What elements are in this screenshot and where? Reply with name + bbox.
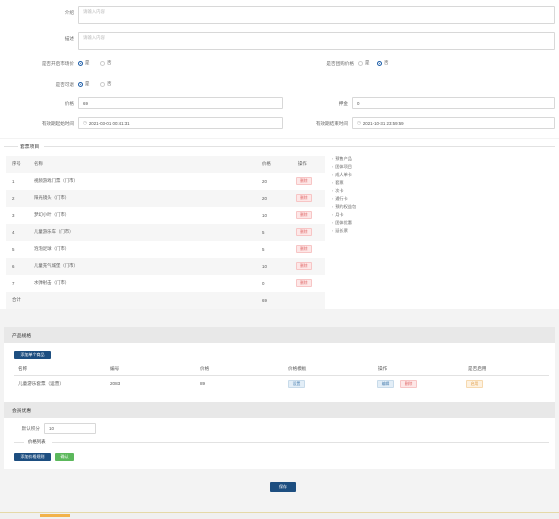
col-action: 操作 (298, 161, 307, 167)
col-price: 价格 (262, 161, 271, 167)
delete-button[interactable]: 删除 (296, 211, 312, 220)
tree-item[interactable]: › 延长票 (332, 228, 348, 234)
start-time-input[interactable]: ◷ 2021-03-01 00:41:31 (78, 117, 283, 129)
member-section-title: 会员优惠 (12, 409, 32, 414)
caret-right-icon: › (332, 213, 334, 217)
product-section-title: 产品规格 (12, 334, 32, 339)
caret-right-icon: › (332, 165, 334, 169)
template-setting-button[interactable]: 设置 (288, 380, 305, 388)
radio-unchecked-icon (100, 81, 105, 87)
radio-checked-icon (78, 81, 83, 87)
caret-right-icon: › (332, 157, 334, 161)
radio-checked-icon (377, 60, 382, 66)
table-row: 6 儿童充气城堡（门市） 10 删除 (6, 258, 325, 275)
caret-right-icon: › (332, 173, 334, 177)
points-label: 默认积分 (21, 426, 40, 431)
add-price-rule-button[interactable]: 添加价格规则 (14, 453, 51, 461)
tree-item[interactable]: › 团体优惠 (332, 220, 352, 226)
caret-right-icon: › (332, 189, 334, 193)
divider (14, 442, 24, 443)
group-yes-radio[interactable]: 是 (358, 60, 369, 66)
delete-button[interactable]: 删除 (296, 279, 312, 288)
radio-checked-icon (78, 60, 83, 66)
price-label: 价格 (64, 101, 74, 106)
bottom-strip (0, 512, 559, 519)
add-product-button[interactable]: 添加单个商品 (14, 351, 51, 359)
tree-item[interactable]: › 套票 (332, 180, 344, 186)
group-price-label: 是否团购价格 (326, 61, 354, 66)
delete-button[interactable]: 删除 (400, 380, 417, 388)
product-spec-header (4, 327, 555, 343)
edit-button[interactable]: 编辑 (377, 380, 394, 388)
end-time-input[interactable]: ◷ 2021-10-31 23:59:59 (352, 117, 555, 129)
avail-no-radio[interactable]: 否 (100, 81, 111, 87)
intro-label: 介绍 (64, 10, 74, 15)
col-no: 序号 (12, 161, 21, 167)
confirm-button[interactable]: 确认 (55, 453, 74, 461)
delete-button[interactable]: 删除 (296, 194, 312, 203)
delete-button[interactable]: 删除 (296, 245, 312, 254)
market-no-radio[interactable]: 否 (100, 60, 111, 66)
table-row: 4 儿童游乐车（门市） 5 删除 (6, 224, 325, 241)
tree-item[interactable]: › 预售产品 (332, 156, 352, 162)
deposit-input[interactable]: 0 (352, 97, 555, 109)
enable-button[interactable]: 启用 (466, 380, 483, 388)
points-input[interactable]: 10 (44, 423, 96, 434)
divider (52, 442, 549, 443)
clock-icon: ◷ (83, 120, 87, 125)
clock-icon: ◷ (357, 120, 361, 125)
desc-label: 描述 (64, 36, 74, 41)
radio-unchecked-icon (358, 60, 363, 66)
group-no-radio[interactable]: 否 (377, 60, 388, 66)
table-row: 3 梦幻小叶（门市） 10 删除 (6, 207, 325, 224)
tree-item[interactable]: › 预约权益包 (332, 204, 356, 210)
price-list-title: 价格列表 (28, 439, 46, 444)
package-table-header: 序号 名称 价格 操作 (6, 156, 325, 173)
table-total-row: 合计 69 (6, 292, 325, 309)
available-label: 是否可退 (55, 82, 74, 87)
tree-item[interactable]: › 团体项目 (332, 164, 352, 170)
desc-textarea[interactable]: 请输入内容 (78, 32, 555, 50)
table-row: 7 水弹射击（门市） 0 删除 (6, 275, 325, 292)
caret-right-icon: › (332, 205, 334, 209)
tree-item[interactable]: › 通行卡 (332, 196, 348, 202)
product-table-header: 名称 编号 价格 价格模板 操作 是否启用 (18, 366, 487, 371)
deposit-label: 押金 (338, 101, 348, 106)
tree-item[interactable]: › 月卡 (332, 212, 344, 218)
radio-unchecked-icon (100, 60, 105, 66)
market-yes-radio[interactable]: 是 (78, 60, 89, 66)
product-spec-panel (4, 327, 555, 469)
intro-textarea[interactable]: 请输入内容 (78, 6, 555, 24)
start-time-label: 有效期起始时间 (41, 121, 74, 126)
price-input[interactable]: 69 (78, 97, 283, 109)
col-name: 名称 (34, 161, 43, 167)
delete-button[interactable]: 删除 (296, 228, 312, 237)
strip-accent (40, 514, 70, 517)
divider (14, 375, 549, 376)
delete-button[interactable]: 删除 (296, 262, 312, 271)
market-price-label: 是否开启市场价 (41, 61, 74, 66)
table-row: 2 阳光镜头（门市） 20 删除 (6, 190, 325, 207)
tree-item[interactable]: › 成人单卡 (332, 172, 352, 178)
caret-right-icon: › (332, 221, 334, 225)
caret-right-icon: › (332, 229, 334, 233)
member-header (4, 402, 555, 418)
table-row: 1 视频游戏门票（门市） 20 删除 (6, 173, 325, 190)
caret-right-icon: › (332, 181, 334, 185)
avail-yes-radio[interactable]: 是 (78, 81, 89, 87)
end-time-label: 有效期结束时间 (315, 121, 348, 126)
delete-button[interactable]: 删除 (296, 177, 312, 186)
divider (44, 146, 555, 147)
save-button[interactable]: 保存 (270, 482, 296, 492)
divider (4, 146, 18, 147)
tree-item[interactable]: › 次卡 (332, 188, 344, 194)
caret-right-icon: › (332, 197, 334, 201)
package-section-title: 套票项目 (20, 145, 40, 150)
table-row: 5 泡泡足球（门市） 5 删除 (6, 241, 325, 258)
